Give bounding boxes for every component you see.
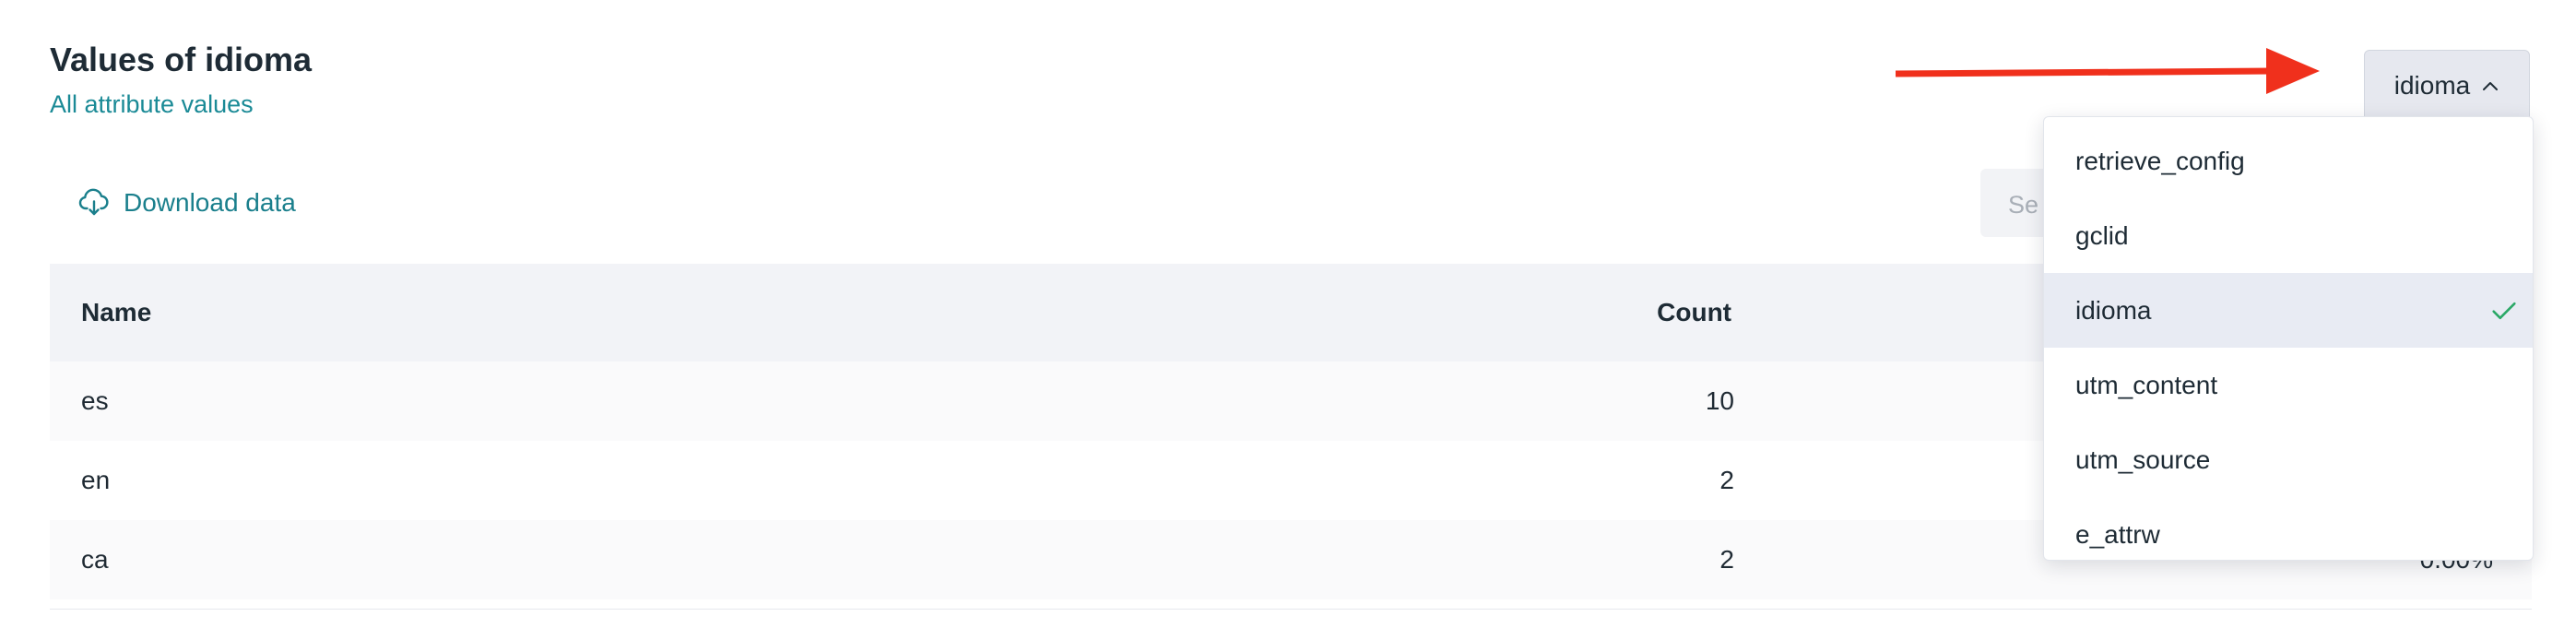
column-header-name[interactable]: Name [81, 298, 151, 327]
cell-name: ca [81, 545, 109, 574]
dropdown-option-e-attrw[interactable]: e_attrw [2044, 497, 2533, 560]
option-label: utm_source [2075, 444, 2211, 474]
dropdown-option-idioma[interactable]: idioma [2044, 273, 2533, 348]
checkmark-icon [2492, 302, 2516, 319]
cell-count: 2 [1719, 545, 1734, 574]
dropdown-option-retrieve-config[interactable]: retrieve_config [2044, 124, 2533, 198]
download-data-label: Download data [124, 188, 296, 217]
option-label: retrieve_config [2075, 146, 2245, 175]
option-label: idioma [2075, 295, 2152, 325]
dropdown-option-gclid[interactable]: gclid [2044, 198, 2533, 273]
column-header-count[interactable]: Count [1602, 298, 1731, 327]
dropdown-option-utm-source[interactable]: utm_source [2044, 422, 2533, 497]
attribute-select-button[interactable]: idioma [2364, 50, 2530, 122]
cell-name: en [81, 466, 111, 494]
dropdown-option-utm-content[interactable]: utm_content [2044, 348, 2533, 422]
attribute-dropdown-menu: retrieve_config gclid idioma utm_content… [2043, 116, 2534, 561]
cell-count: 10 [1705, 386, 1734, 415]
option-label: utm_content [2075, 370, 2218, 399]
attribute-select-value: idioma [2393, 71, 2471, 100]
annotation-arrow-icon [1896, 48, 2320, 94]
cell-count: 2 [1719, 466, 1734, 494]
cell-name: es [81, 386, 109, 415]
attribute-values-page: Values of idioma All attribute values Do… [0, 0, 2576, 640]
cloud-download-icon [78, 188, 109, 216]
download-data-button[interactable]: Download data [77, 186, 296, 219]
chevron-up-icon [2483, 82, 2499, 90]
option-label: e_attrw [2075, 519, 2160, 549]
page-title: Values of idioma [50, 41, 313, 78]
all-attribute-values-link[interactable]: All attribute values [50, 90, 254, 119]
option-label: gclid [2075, 220, 2129, 250]
